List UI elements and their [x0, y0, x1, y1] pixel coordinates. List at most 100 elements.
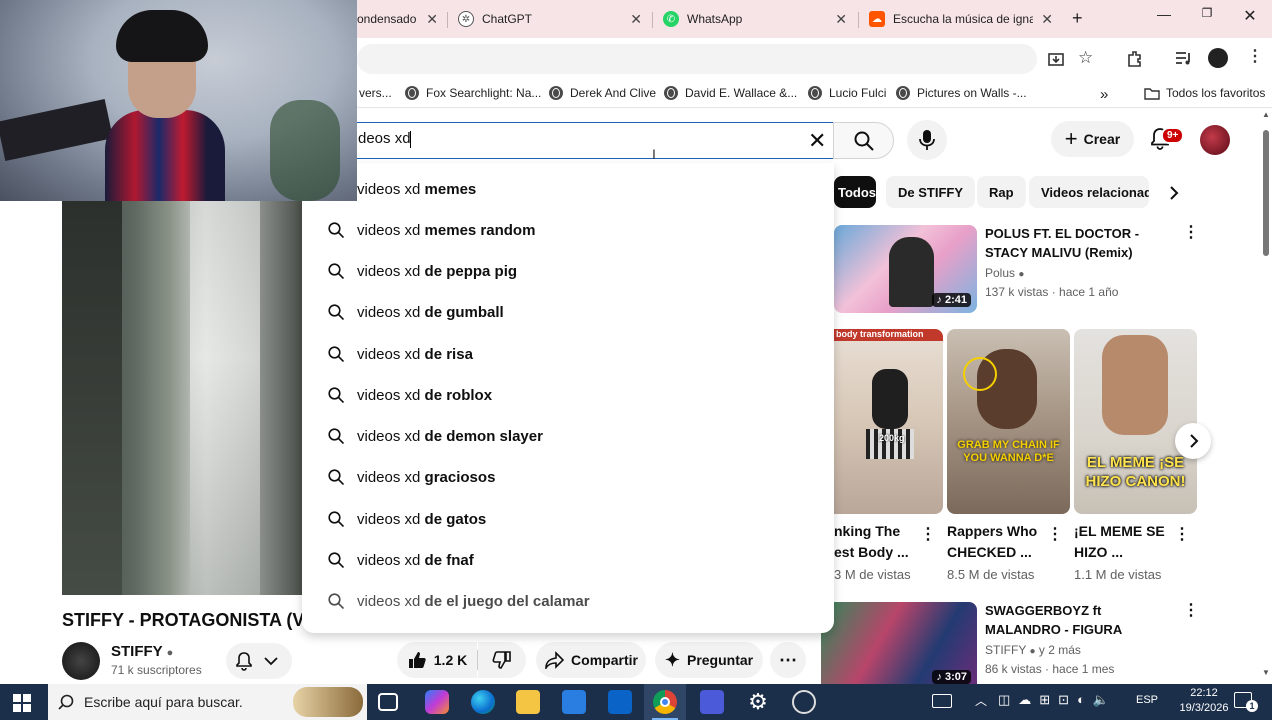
suggestion-item[interactable]: videos xd graciosos	[302, 457, 834, 498]
bookmark-item[interactable]: Fox Searchlight: Na...	[405, 86, 541, 100]
outlook-icon[interactable]	[608, 690, 632, 714]
close-icon[interactable]: ✕	[835, 11, 847, 28]
ask-button[interactable]: ✦ Preguntar	[655, 642, 763, 678]
window-close-icon[interactable]: ✕	[1240, 6, 1260, 26]
file-explorer-icon[interactable]	[516, 690, 540, 714]
rec-channel[interactable]: Polus ●	[985, 266, 1024, 280]
short-thumbnail[interactable]: EL MEME ¡SE HIZO CANON!	[1074, 329, 1197, 514]
more-options-icon[interactable]: ⋮	[1183, 225, 1199, 241]
suggestion-item[interactable]: videos xd de peppa pig	[302, 251, 834, 292]
suggestion-item[interactable]: videos xd de risa	[302, 334, 834, 375]
chevron-right-icon[interactable]	[1168, 186, 1180, 200]
scroll-down-icon[interactable]: ▼	[1262, 668, 1270, 677]
windows-start-icon[interactable]	[13, 694, 31, 712]
channel-name[interactable]: STIFFY ●	[111, 643, 173, 660]
edge-icon[interactable]	[471, 690, 495, 714]
short-title[interactable]: Rappers Who CHECKED ...	[947, 521, 1037, 563]
restore-icon[interactable]: ❐	[1197, 6, 1217, 20]
bookmarks-folder[interactable]: Todos los favoritos	[1144, 86, 1265, 100]
short-thumbnail[interactable]: GRAB MY CHAIN IF YOU WANNA D*E	[947, 329, 1070, 514]
more-bookmarks-icon[interactable]: »	[1100, 86, 1108, 103]
taskbar-active-app[interactable]	[644, 684, 686, 720]
rec-thumbnail[interactable]: ♪ 2:41	[834, 225, 977, 313]
bookmark-item[interactable]: vers...	[359, 86, 392, 100]
more-options-icon[interactable]: ⋮	[1174, 527, 1190, 543]
tab-soundcloud[interactable]: ☁ Escucha la música de ignai ✕	[869, 4, 1053, 34]
extensions-icon[interactable]	[1125, 49, 1143, 67]
clear-search-icon[interactable]: ✕	[808, 128, 826, 154]
dislike-button[interactable]	[478, 642, 526, 678]
bookmark-item[interactable]: Pictures on Walls -...	[896, 86, 1027, 100]
shorts-next-button[interactable]	[1175, 423, 1211, 459]
video-player[interactable]	[62, 200, 302, 595]
bookmark-item[interactable]: David E. Wallace &...	[664, 86, 797, 100]
tab-chatgpt[interactable]: ✲ ChatGPT ✕	[458, 4, 642, 34]
account-avatar[interactable]	[1200, 125, 1230, 155]
chip-rap[interactable]: Rap	[977, 176, 1026, 208]
suggestion-item[interactable]: videos xd memes	[302, 169, 834, 210]
bookmark-item[interactable]: Lucio Fulci	[808, 86, 886, 100]
store-icon[interactable]	[562, 690, 586, 714]
chip-videos-relacionados[interactable]: Videos relacionad	[1029, 176, 1149, 208]
rec-channel[interactable]: STIFFY ● y 2 más	[985, 643, 1081, 657]
create-button[interactable]: + Crear	[1051, 121, 1134, 157]
rec-title[interactable]: POLUS FT. EL DOCTOR - STACY MALIVU (Remi…	[985, 224, 1177, 264]
tab-whatsapp[interactable]: ✆ WhatsApp ✕	[663, 4, 847, 34]
close-icon[interactable]: ✕	[630, 11, 642, 28]
suggestion-item[interactable]: videos xd de gumball	[302, 292, 834, 333]
clock[interactable]: 22:12 19/3/2026	[1168, 686, 1240, 716]
scroll-up-icon[interactable]: ▲	[1262, 110, 1270, 119]
search-button[interactable]	[833, 122, 894, 159]
channel-avatar[interactable]	[62, 642, 100, 680]
address-field[interactable]	[357, 44, 1037, 74]
chrome-icon	[653, 690, 677, 714]
share-button[interactable]: Compartir	[536, 642, 646, 678]
browser-menu-icon[interactable]: ⋮	[1247, 46, 1263, 66]
more-actions-button[interactable]: ⋯	[770, 642, 806, 678]
subscription-bell-button[interactable]	[226, 643, 292, 679]
voice-search-button[interactable]	[907, 120, 947, 160]
minimize-icon[interactable]: —	[1154, 6, 1174, 22]
app-icon[interactable]	[700, 690, 724, 714]
more-options-icon[interactable]: ⋮	[1047, 527, 1063, 543]
rec-title[interactable]: SWAGGERBOYZ ft MALANDRO - FIGURA PUBLICA…	[985, 601, 1180, 641]
more-options-icon[interactable]: ⋮	[920, 527, 936, 543]
install-app-icon[interactable]	[1047, 50, 1065, 68]
rec-thumbnail[interactable]: ♪ 3:07	[821, 602, 977, 684]
chip-todos[interactable]: Todos	[834, 176, 876, 208]
tray-chevron-icon[interactable]: ︿	[975, 692, 987, 709]
page-scrollbar[interactable]: ▲ ▼	[1260, 108, 1272, 684]
short-title[interactable]: nking The est Body ...	[834, 521, 909, 563]
language-indicator[interactable]: ESP	[1136, 694, 1158, 706]
scrollbar-thumb[interactable]	[1263, 130, 1269, 256]
suggestion-item[interactable]: videos xd de el juego del calamar	[302, 581, 834, 622]
task-view-icon[interactable]	[378, 693, 398, 711]
tray-icons[interactable]: ◫☁⊞⊡◐🔈	[998, 692, 1117, 708]
suggestion-item[interactable]: videos xd de roblox	[302, 375, 834, 416]
short-title[interactable]: ¡EL MEME SE HIZO ...	[1074, 521, 1165, 563]
suggestion-item[interactable]: videos xd de fnaf	[302, 540, 834, 581]
obs-icon[interactable]	[792, 690, 816, 714]
suggestion-item[interactable]: videos xd memes random	[302, 210, 834, 251]
chip-de-stiffy[interactable]: De STIFFY	[886, 176, 976, 208]
suggestion-text: videos xd de el juego del calamar	[357, 593, 590, 610]
taskbar-search[interactable]: Escribe aquí para buscar.	[48, 684, 367, 720]
more-options-icon[interactable]: ⋮	[1183, 603, 1199, 619]
close-icon[interactable]: ✕	[1037, 11, 1053, 28]
bookmark-item[interactable]: Derek And Clive	[549, 86, 656, 100]
short-thumbnail[interactable]: body transformation 200kg	[834, 329, 943, 514]
suggestion-item[interactable]: videos xd de gatos	[302, 499, 834, 540]
chevron-right-icon	[1190, 434, 1199, 448]
like-button[interactable]: 1.2 K	[397, 642, 477, 678]
media-control-icon[interactable]	[1175, 50, 1193, 66]
copilot-icon[interactable]	[425, 690, 449, 714]
suggestion-item[interactable]: videos xd de demon slayer	[302, 416, 834, 457]
keyboard-icon[interactable]	[932, 694, 952, 708]
suggestion-text: videos xd memes random	[357, 222, 536, 239]
new-tab-icon[interactable]: +	[1072, 8, 1083, 29]
settings-gear-icon[interactable]: ⚙	[746, 690, 770, 714]
tab-1[interactable]: ondensado ✕	[357, 4, 438, 34]
close-icon[interactable]: ✕	[426, 11, 438, 28]
profile-avatar[interactable]	[1208, 48, 1228, 68]
bookmark-star-icon[interactable]: ☆	[1078, 48, 1093, 68]
